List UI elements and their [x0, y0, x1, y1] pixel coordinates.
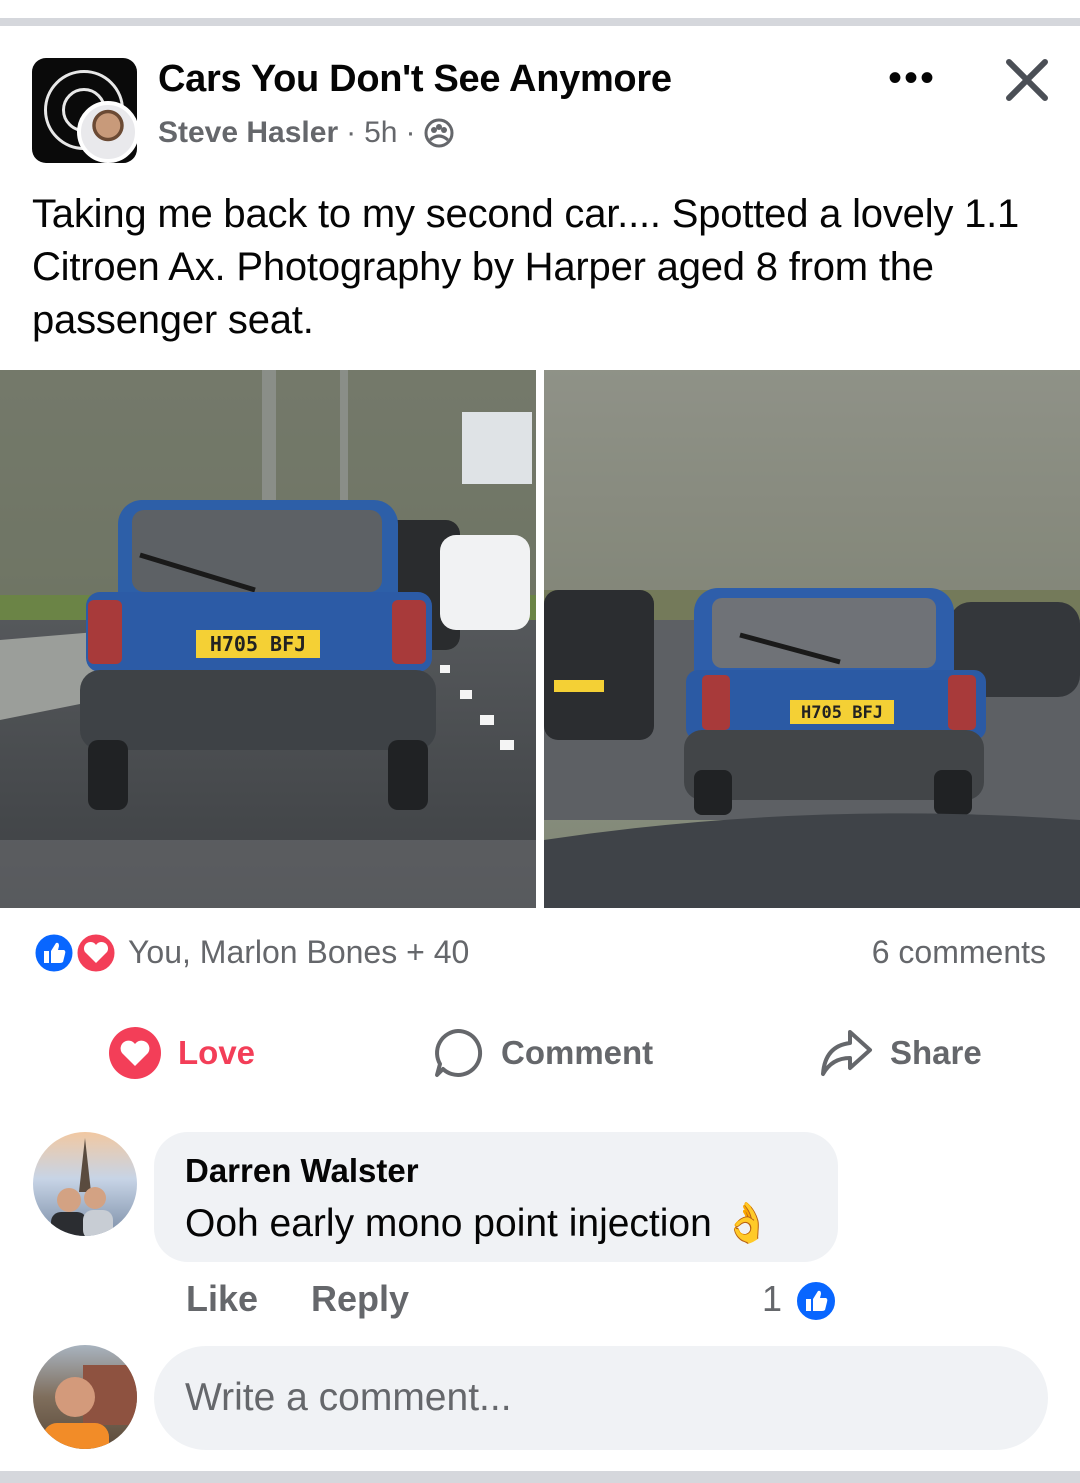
share-label: Share — [890, 1034, 982, 1071]
my-avatar[interactable] — [33, 1345, 137, 1449]
commenter-avatar[interactable] — [33, 1132, 137, 1236]
license-plate: H705 BFJ — [210, 632, 306, 656]
reaction-icons[interactable] — [32, 932, 120, 974]
comment-label: Comment — [501, 1034, 654, 1071]
comment-reply-button[interactable]: Reply — [311, 1278, 409, 1320]
share-button[interactable]: Share — [818, 1024, 982, 1082]
reaction-summary[interactable]: You, Marlon Bones + 40 — [128, 934, 469, 971]
bottom-divider — [0, 1471, 1080, 1483]
more-options-button[interactable]: ••• — [884, 58, 940, 98]
love-label: Love — [178, 1034, 256, 1071]
close-icon[interactable] — [1003, 56, 1051, 104]
post-meta: Steve Hasler · 5h · — [158, 116, 454, 150]
status-divider — [0, 0, 1080, 26]
author-avatar[interactable] — [77, 101, 139, 163]
love-button[interactable]: Love — [108, 1024, 255, 1082]
post-time[interactable]: 5h — [364, 116, 397, 150]
comment-author[interactable]: Darren Walster — [185, 1152, 419, 1190]
comment-like-button[interactable]: Like — [186, 1278, 258, 1320]
love-icon — [109, 1027, 161, 1079]
like-icon — [32, 932, 76, 974]
group-name[interactable]: Cars You Don't See Anymore — [158, 58, 672, 101]
group-members-icon — [424, 118, 453, 148]
like-icon[interactable] — [795, 1280, 837, 1322]
post-photo-2[interactable]: H705 BFJ — [544, 370, 1080, 908]
license-plate: H705 BFJ — [801, 703, 883, 723]
post-text: Taking me back to my second car.... Spot… — [32, 192, 1020, 342]
author-name[interactable]: Steve Hasler — [158, 116, 338, 150]
comment-input[interactable]: Write a comment... — [154, 1346, 1048, 1450]
comment-icon — [435, 1028, 483, 1077]
comment-text: Ooh early mono point injection 👌 — [185, 1202, 772, 1245]
comment-reaction-count[interactable]: 1 — [762, 1278, 782, 1320]
comment-button[interactable]: Comment — [431, 1024, 653, 1082]
meta-separator: · — [405, 116, 416, 149]
share-icon — [821, 1030, 872, 1076]
post-photo-1[interactable]: H705 BFJ — [0, 370, 536, 908]
meta-separator: · — [346, 116, 357, 149]
love-icon — [74, 932, 118, 974]
comments-count[interactable]: 6 comments — [872, 934, 1046, 971]
